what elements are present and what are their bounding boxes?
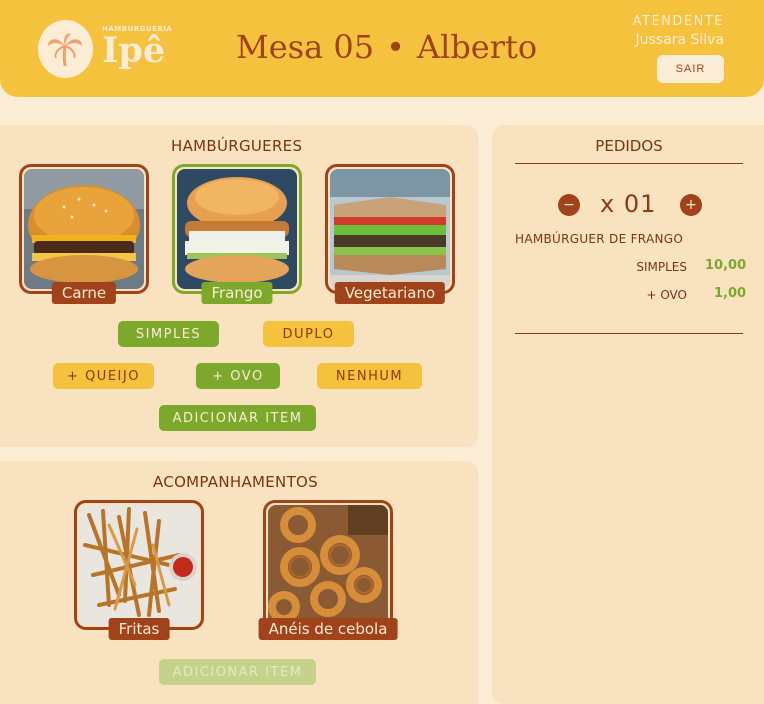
burger-label-carne: Carne	[51, 282, 117, 304]
orders-divider-top	[515, 163, 743, 164]
burgers-section-title: HAMBÚRGUERES	[171, 137, 303, 155]
side-image-aneis-cebola	[268, 505, 388, 625]
order-line-label: SIMPLES	[636, 260, 687, 274]
order-line-price: 10,00	[705, 258, 747, 273]
title-separator: •	[386, 28, 405, 66]
add-burger-button[interactable]: ADICIONAR ITEM	[159, 405, 316, 431]
burger-label-frango: Frango	[201, 282, 273, 304]
minus-icon: −	[563, 197, 575, 213]
option-duplo[interactable]: DUPLO	[263, 321, 354, 347]
burger-image-frango	[177, 169, 297, 289]
ipe-tree-icon	[48, 33, 82, 67]
option-ovo[interactable]: + OVO	[196, 363, 280, 389]
side-label-aneis-cebola: Anéis de cebola	[258, 618, 398, 640]
burger-label-vegetariano: Vegetariano	[334, 282, 446, 304]
decrease-quantity-button[interactable]: −	[558, 194, 580, 216]
table-number: Mesa 05	[236, 28, 375, 66]
side-card-aneis-cebola[interactable]: Anéis de cebola	[258, 500, 398, 640]
option-nenhum[interactable]: NENHUM	[317, 363, 422, 389]
order-item-name: HAMBÚRGUER DE FRANGO	[515, 232, 684, 246]
attendant-name: Jussara Silva	[635, 32, 724, 48]
plus-icon: +	[685, 197, 697, 213]
increase-quantity-button[interactable]: +	[680, 194, 702, 216]
table-title: Mesa 05 • Alberto	[236, 28, 537, 66]
order-line-label: + OVO	[646, 288, 687, 302]
top-header: HAMBURGUERIA Ipê Mesa 05 • Alberto ATENDEN…	[0, 0, 764, 97]
sides-section-title: ACOMPANHAMENTOS	[153, 473, 318, 491]
burger-image-carne	[24, 169, 144, 289]
option-simples[interactable]: SIMPLES	[118, 321, 219, 347]
burger-card-carne[interactable]: Carne	[19, 164, 149, 304]
logout-button[interactable]: SAIR	[657, 55, 724, 83]
burger-image-vegetariano	[330, 169, 450, 289]
orders-title: PEDIDOS	[595, 137, 663, 155]
side-image-fritas	[79, 505, 199, 625]
side-label-fritas: Fritas	[108, 618, 170, 640]
order-line-price: 1,00	[714, 286, 747, 301]
side-card-fritas[interactable]: Fritas	[74, 500, 204, 640]
customer-name: Alberto	[416, 28, 538, 66]
add-side-button[interactable]: ADICIONAR ITEM	[159, 659, 316, 685]
brand-name: Ipê	[102, 30, 166, 71]
order-quantity: x 01	[600, 190, 657, 218]
burger-card-frango[interactable]: Frango	[172, 164, 302, 304]
logo	[38, 20, 93, 78]
orders-divider-bottom	[515, 333, 743, 334]
attendant-label: ATENDENTE	[632, 14, 724, 29]
option-queijo[interactable]: + QUEIJO	[53, 363, 154, 389]
burger-card-vegetariano[interactable]: Vegetariano	[325, 164, 455, 304]
